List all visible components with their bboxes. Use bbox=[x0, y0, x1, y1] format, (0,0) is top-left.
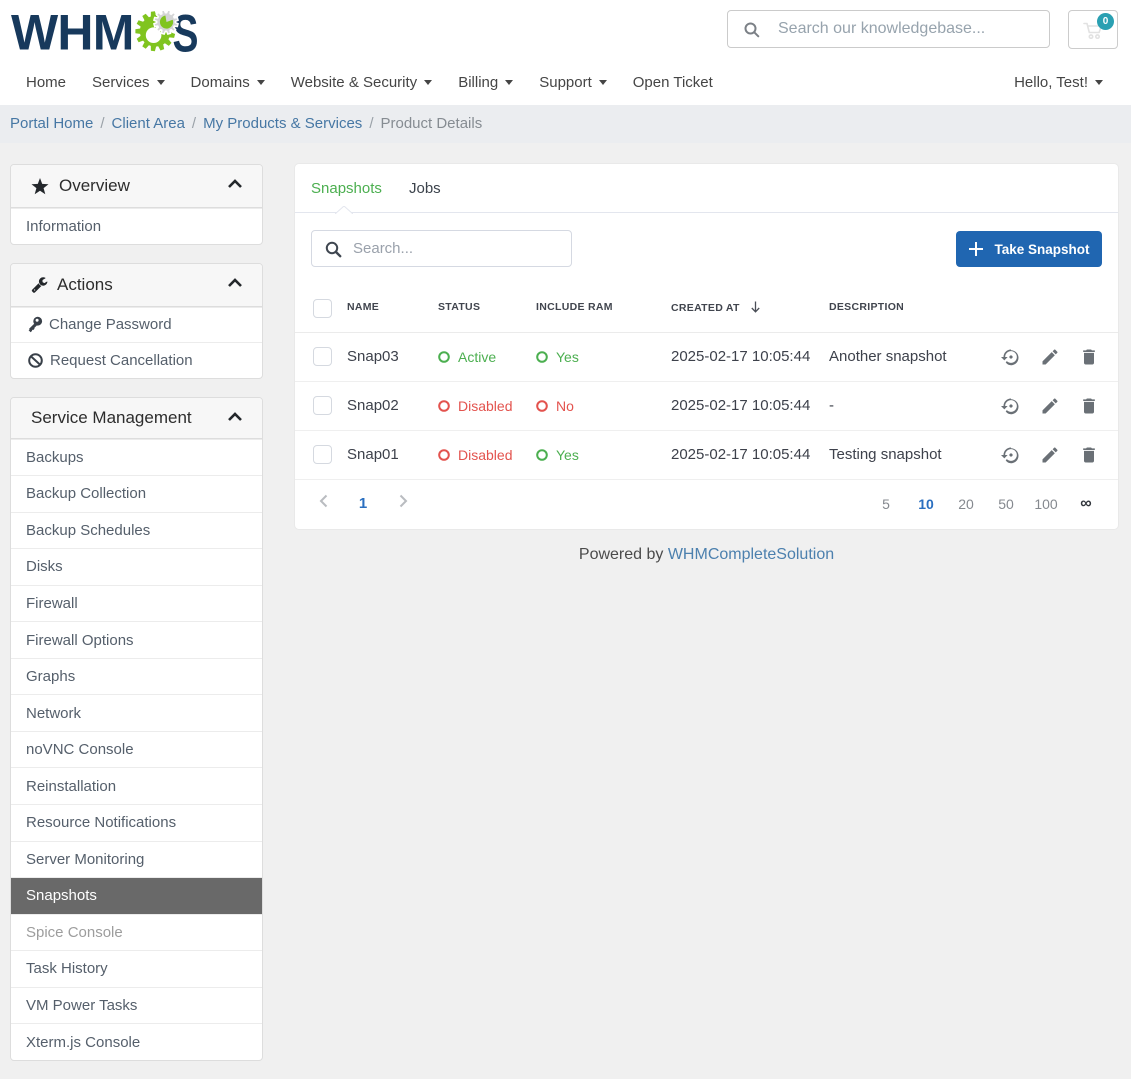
svg-text:S: S bbox=[173, 5, 199, 59]
svg-text:WHM: WHM bbox=[11, 5, 134, 59]
